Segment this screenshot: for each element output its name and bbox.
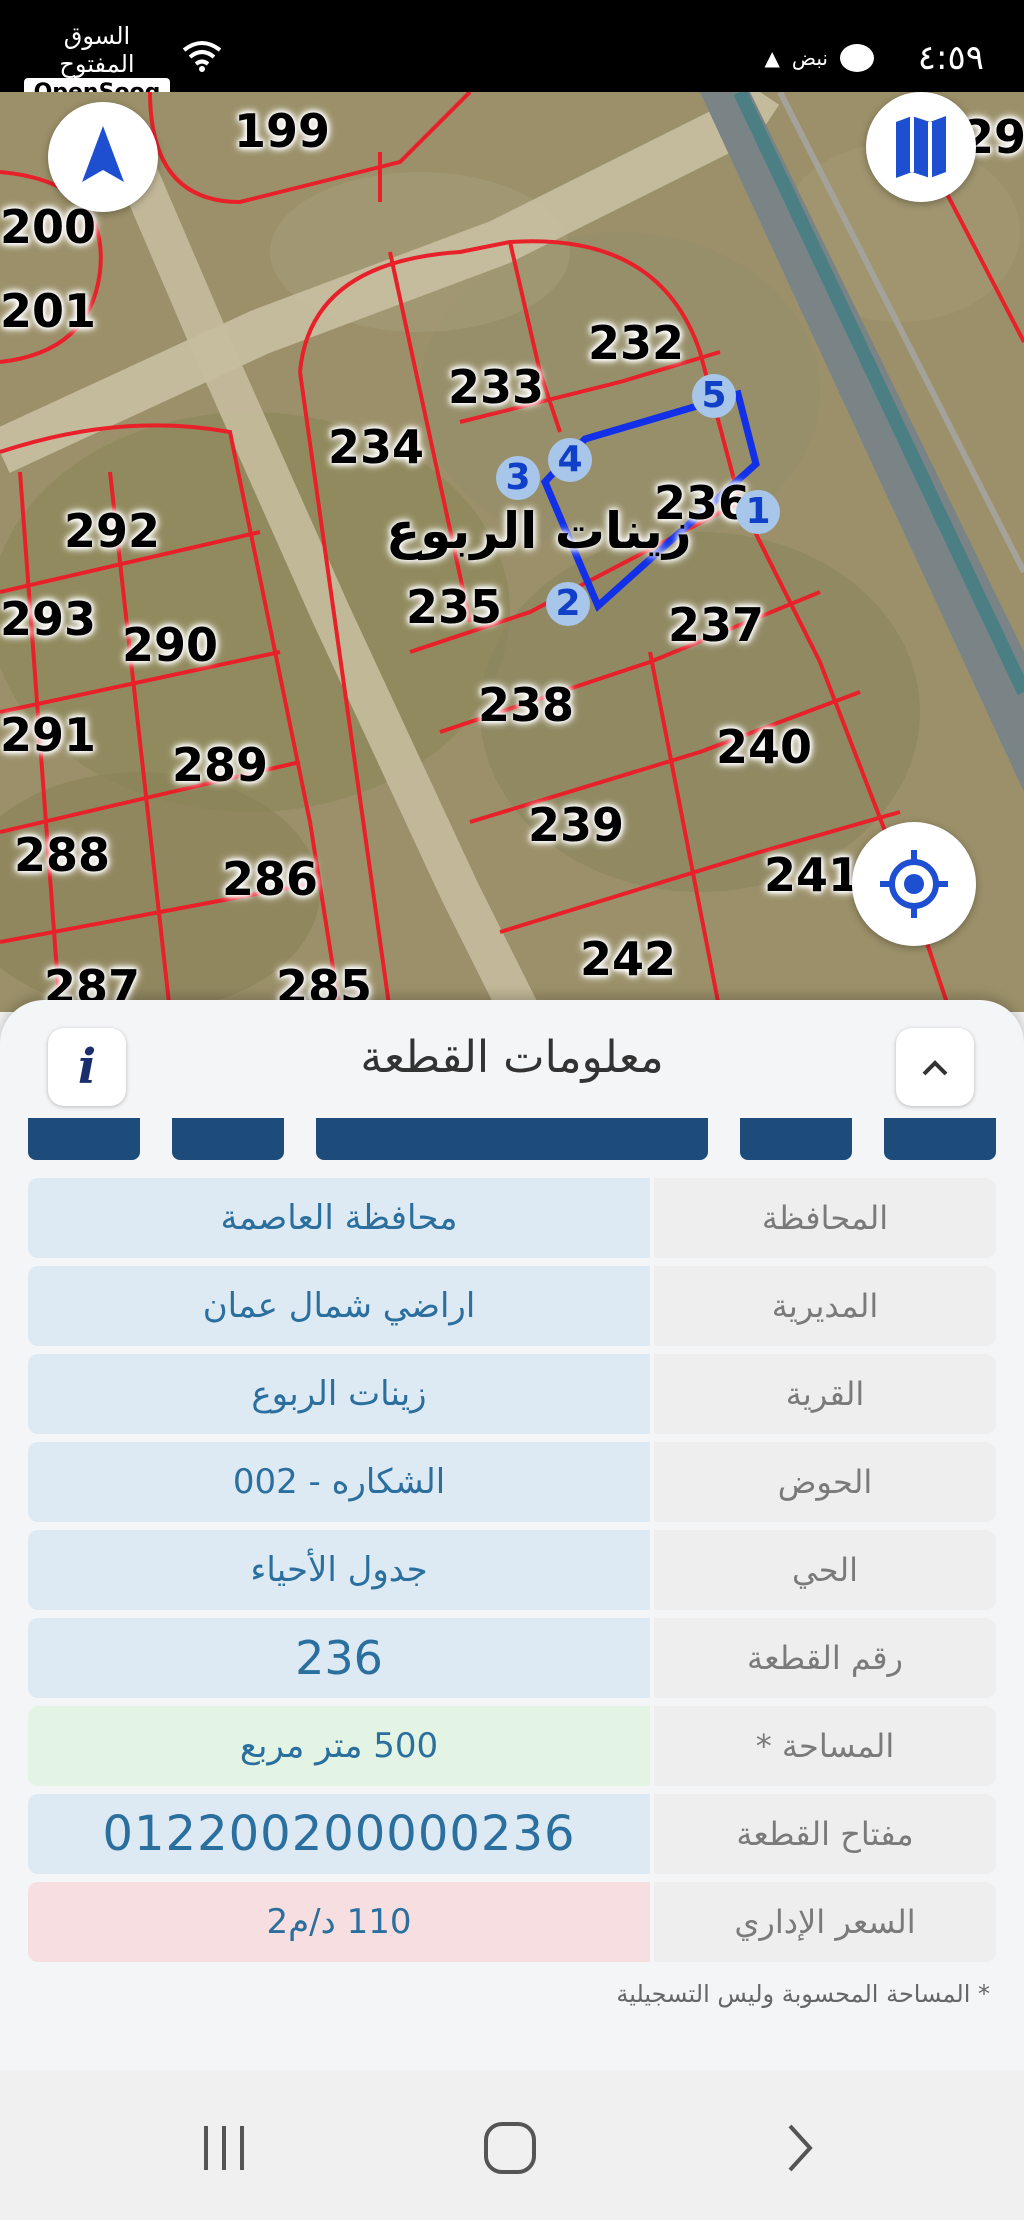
parcel-label-289[interactable]: 289 — [172, 738, 268, 792]
chevron-up-icon — [922, 1060, 948, 1076]
app-name-arabic: السوق المفتوح — [59, 22, 135, 78]
parcel-label-238[interactable]: 238 — [478, 678, 574, 732]
row-directorate: اراضي شمال عمان المديرية — [28, 1266, 996, 1346]
sheet-title: معلومات القطعة — [360, 1032, 664, 1083]
parcel-label-199[interactable]: 199 — [234, 104, 330, 158]
parcel-label-292[interactable]: 292 — [64, 504, 160, 558]
toolbar-button-2[interactable] — [172, 1118, 284, 1160]
parcel-label-286[interactable]: 286 — [222, 852, 318, 906]
parcel-label-239[interactable]: 239 — [528, 798, 624, 852]
action-toolbar — [0, 1118, 1024, 1160]
row-basin: الشكاره - 002 الحوض — [28, 1442, 996, 1522]
village-label-field: القرية — [654, 1354, 996, 1434]
parcel-number-value: 236 — [28, 1618, 650, 1698]
governorate-label: المحافظة — [654, 1178, 996, 1258]
parcel-info-table: محافظة العاصمة المحافظة اراضي شمال عمان … — [28, 1178, 996, 1970]
parcel-label-235[interactable]: 235 — [406, 580, 502, 634]
wifi-icon — [182, 41, 222, 72]
map-view[interactable]: 199 200 201 232 233 234 236 235 237 292 … — [0, 92, 1024, 1012]
village-label: زينات الربوع — [386, 502, 692, 560]
directorate-label: المديرية — [654, 1266, 996, 1346]
status-icons: ▲ نبض — [764, 44, 874, 72]
my-location-button[interactable] — [852, 822, 976, 946]
parcel-label-234[interactable]: 234 — [328, 420, 424, 474]
pulse-label: نبض — [791, 46, 828, 70]
vertex-3[interactable]: 3 — [496, 456, 540, 500]
village-value: زينات الربوع — [28, 1354, 650, 1434]
map-layers-icon — [896, 116, 946, 178]
vertex-1[interactable]: 1 — [736, 490, 780, 534]
home-icon[interactable] — [482, 2120, 538, 2176]
parcel-label-241[interactable]: 241 — [764, 848, 860, 902]
basin-label: الحوض — [654, 1442, 996, 1522]
row-parcel-key: 012200200000236 مفتاح القطعة — [28, 1794, 996, 1874]
recent-apps-icon[interactable] — [196, 2120, 252, 2176]
vertex-4[interactable]: 4 — [548, 438, 592, 482]
area-footnote: * المساحة المحسوبة وليس التسجيلية — [616, 1980, 990, 2008]
layers-button[interactable] — [866, 92, 976, 202]
parcel-key-label: مفتاح القطعة — [654, 1794, 996, 1874]
system-navigation-bar — [0, 2070, 1024, 2220]
parcel-label-201[interactable]: 201 — [0, 284, 96, 338]
governorate-value: محافظة العاصمة — [28, 1178, 650, 1258]
neighborhood-value: جدول الأحياء — [28, 1530, 650, 1610]
status-time: ٤:٥٩ — [917, 38, 984, 78]
row-governorate: محافظة العاصمة المحافظة — [28, 1178, 996, 1258]
area-label: المساحة * — [654, 1706, 996, 1786]
admin-price-value: 110 د/م2 — [28, 1882, 650, 1962]
toolbar-button-3[interactable] — [316, 1118, 708, 1160]
basin-value: الشكاره - 002 — [28, 1442, 650, 1522]
row-parcel-number: 236 رقم القطعة — [28, 1618, 996, 1698]
parcel-label-240[interactable]: 240 — [716, 720, 812, 774]
parcel-label-293[interactable]: 293 — [0, 592, 96, 646]
vertex-5[interactable]: 5 — [692, 374, 736, 418]
compass-button[interactable] — [48, 102, 158, 212]
parcel-number-label: رقم القطعة — [654, 1618, 996, 1698]
parcel-label-242[interactable]: 242 — [580, 932, 676, 986]
parcel-key-value: 012200200000236 — [28, 1794, 650, 1874]
toolbar-button-4[interactable] — [740, 1118, 852, 1160]
row-admin-price: 110 د/م2 السعر الإداري — [28, 1882, 996, 1962]
area-value: 500 متر مربع — [28, 1706, 650, 1786]
my-location-icon — [880, 850, 948, 918]
toolbar-button-5[interactable] — [884, 1118, 996, 1160]
row-neighborhood: جدول الأحياء الحي — [28, 1530, 996, 1610]
parcel-label-291[interactable]: 291 — [0, 708, 96, 762]
parcel-label-233[interactable]: 233 — [448, 360, 544, 414]
image-icon: ▲ — [764, 46, 780, 70]
parcel-label-237[interactable]: 237 — [668, 598, 764, 652]
directorate-value: اراضي شمال عمان — [28, 1266, 650, 1346]
collapse-button[interactable] — [896, 1028, 974, 1106]
navigation-arrow-icon — [82, 126, 124, 182]
row-area: 500 متر مربع المساحة * — [28, 1706, 996, 1786]
parcel-info-sheet: i معلومات القطعة محافظة العاصمة المحافظة… — [0, 1000, 1024, 2070]
parcel-label-290[interactable]: 290 — [122, 618, 218, 672]
status-bar: السوق المفتوح OpenSooq ▲ نبض ٤:٥٩ — [0, 0, 1024, 107]
toolbar-button-1[interactable] — [28, 1118, 140, 1160]
admin-price-label: السعر الإداري — [654, 1882, 996, 1962]
row-village: زينات الربوع القرية — [28, 1354, 996, 1434]
back-icon[interactable] — [770, 2120, 826, 2176]
vertex-2[interactable]: 2 — [546, 582, 590, 626]
parcel-label-232[interactable]: 232 — [588, 316, 684, 370]
neighborhood-label: الحي — [654, 1530, 996, 1610]
chat-bubble-icon — [840, 44, 874, 72]
parcel-label-288[interactable]: 288 — [14, 828, 110, 882]
